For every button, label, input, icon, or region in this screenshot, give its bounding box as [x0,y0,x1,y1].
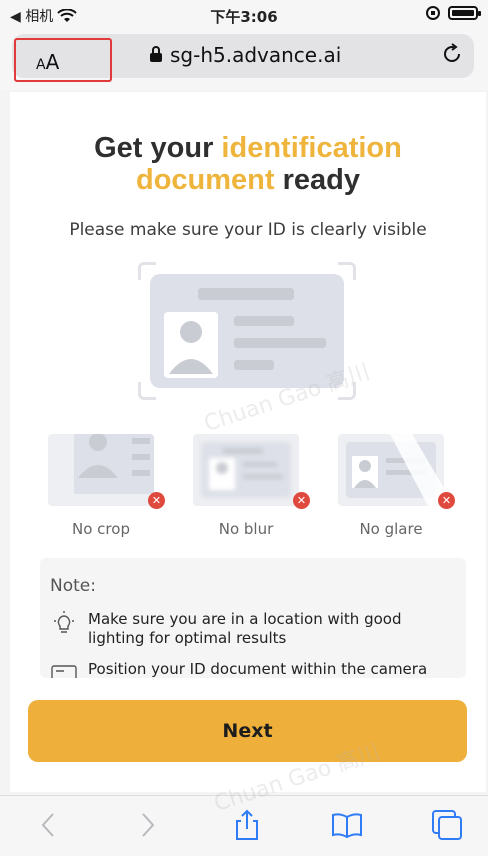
status-bar: ◀ 相机 下午3:06 [0,0,488,30]
example-no-blur: ✕ No blur [193,434,310,538]
page-subtitle: Please make sure your ID is clearly visi… [69,220,427,240]
notes-panel: Note: Make sure you are in a location wi… [40,558,466,678]
next-button[interactable]: Next [28,700,467,762]
example-label: No crop [72,520,130,538]
page-title: Get your identification document ready [10,132,486,196]
notes-title: Note: [50,576,96,596]
note-text: Make sure you are in a location with goo… [88,610,402,647]
lightbulb-icon [54,611,74,633]
battery-icon [448,6,481,20]
id-card-icon [51,665,77,678]
cropped-card-image [48,434,154,506]
text-size-button[interactable]: AA [14,38,112,82]
bad-examples: ✕ No crop ✕ No blur ✕ No glare [48,434,455,538]
note-item: Make sure you are in a location with goo… [50,610,460,648]
browser-toolbar [0,795,488,856]
note-text: Position your ID document within the cam… [88,660,428,678]
example-label: No glare [359,520,423,538]
title-highlight-1: identification [221,132,402,164]
example-no-crop: ✕ No crop [48,434,165,538]
reload-icon[interactable] [440,42,464,66]
browser-address-area: AA sg-h5.advance.ai [0,30,488,90]
back-chevron-icon[interactable] [32,808,66,842]
blurry-card-image [193,434,299,506]
tabs-icon[interactable] [430,808,464,842]
title-highlight-2: document [135,164,275,196]
lock-icon [150,46,162,62]
url-field[interactable]: sg-h5.advance.ai [150,43,341,67]
id-card-icon [150,274,344,388]
orientation-lock-icon [426,6,440,20]
status-time: 下午3:06 [210,8,278,26]
error-x-icon: ✕ [148,492,165,509]
bookmarks-icon[interactable] [330,808,364,842]
glare-card-image [338,434,444,506]
example-no-glare: ✕ No glare [338,434,455,538]
id-card-illustration [138,262,356,400]
error-x-icon: ✕ [438,492,455,509]
example-label: No blur [218,520,274,538]
web-page: Get your identification document ready P… [10,92,486,792]
forward-chevron-icon[interactable] [130,808,164,842]
url-text: sg-h5.advance.ai [170,43,342,67]
title-part-2: ready [274,164,360,196]
share-icon[interactable] [230,808,264,842]
title-part-1: Get your [94,132,222,164]
error-x-icon: ✕ [293,492,310,509]
note-item: Position your ID document within the cam… [50,660,460,678]
